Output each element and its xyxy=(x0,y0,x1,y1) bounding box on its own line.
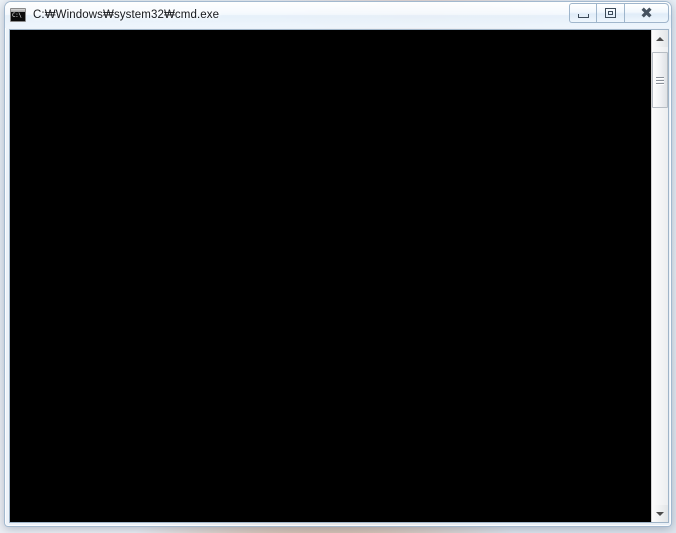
close-icon: ✖ xyxy=(640,3,653,22)
cmd-icon-text: C:\ xyxy=(12,12,22,19)
console-client-area[interactable] xyxy=(9,29,669,523)
window-controls: ✖ xyxy=(569,3,669,24)
scrollbar-thumb[interactable] xyxy=(652,52,668,108)
console-scrollbar[interactable] xyxy=(651,30,668,522)
scrollbar-grip-line xyxy=(656,82,664,84)
close-button[interactable]: ✖ xyxy=(625,3,669,23)
scroll-up-arrow-icon xyxy=(656,36,664,41)
maximize-icon xyxy=(605,8,616,18)
window-bottom-chrome xyxy=(5,522,671,526)
minimize-button[interactable] xyxy=(569,3,597,23)
minimize-icon xyxy=(577,13,589,18)
desktop-background: C:\ C:₩Windows₩system32₩cmd.exe ✖ xyxy=(0,0,676,533)
console-output[interactable] xyxy=(10,30,651,522)
scroll-down-arrow-icon xyxy=(656,511,664,516)
scroll-up-button[interactable] xyxy=(652,30,668,47)
scrollbar-grip-line xyxy=(656,76,664,78)
scroll-down-button[interactable] xyxy=(652,505,668,522)
scrollbar-track[interactable] xyxy=(652,47,668,505)
window-titlebar[interactable]: C:\ C:₩Windows₩system32₩cmd.exe ✖ xyxy=(5,2,671,28)
cmd-icon: C:\ xyxy=(10,8,26,22)
window-title: C:₩Windows₩system32₩cmd.exe xyxy=(33,9,220,21)
scrollbar-grip-line xyxy=(656,79,664,81)
command-prompt-window: C:\ C:₩Windows₩system32₩cmd.exe ✖ xyxy=(4,1,672,527)
maximize-button[interactable] xyxy=(597,3,625,23)
